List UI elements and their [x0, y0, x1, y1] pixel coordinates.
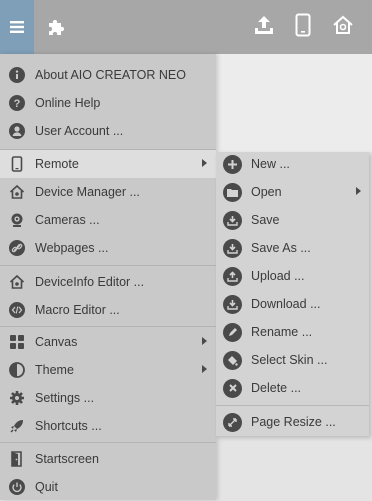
menu-item-remote[interactable]: Remote — [0, 150, 216, 178]
menu-item-user-account[interactable]: User Account ... — [0, 117, 216, 145]
menu-divider — [0, 265, 216, 266]
submenu-item-label: Save As ... — [251, 241, 311, 255]
remote-submenu: New ... Open Save Save As ... Upload ...… — [216, 152, 369, 436]
submenu-item-page-resize[interactable]: Page Resize ... — [216, 408, 369, 436]
power-icon — [9, 479, 25, 495]
submenu-item-label: Select Skin ... — [251, 353, 328, 367]
save-icon — [223, 210, 242, 230]
main-menu: About AIO CREATOR NEO ? Online Help User… — [0, 54, 216, 500]
puzzle-icon — [49, 19, 65, 35]
save-as-icon — [223, 238, 242, 258]
menu-item-quit[interactable]: Quit — [0, 473, 216, 501]
menu-divider — [0, 442, 216, 443]
download-icon — [223, 294, 242, 314]
grid-icon — [9, 334, 25, 350]
menu-icon — [10, 21, 24, 33]
home-remote-button[interactable] — [329, 11, 357, 39]
close-icon — [223, 378, 242, 398]
menu-item-label: Shortcuts ... — [35, 419, 102, 433]
menu-item-label: Canvas — [35, 335, 78, 349]
menu-item-label: User Account ... — [35, 124, 124, 138]
gear-icon — [9, 390, 25, 406]
link-icon — [9, 240, 25, 256]
submenu-item-label: Delete ... — [251, 381, 302, 395]
submenu-item-label: Rename ... — [251, 325, 313, 339]
menu-item-cameras[interactable]: Cameras ... — [0, 206, 216, 234]
menu-item-device-manager[interactable]: Device Manager ... — [0, 178, 216, 206]
door-icon — [9, 451, 25, 467]
submenu-item-select-skin[interactable]: Select Skin ... — [216, 346, 369, 374]
resize-icon — [223, 412, 242, 432]
menu-item-label: Webpages ... — [35, 241, 109, 255]
submenu-item-label: Save — [251, 213, 280, 227]
home-gear-icon — [9, 274, 25, 290]
submenu-item-upload[interactable]: Upload ... — [216, 262, 369, 290]
submenu-item-download[interactable]: Download ... — [216, 290, 369, 318]
contrast-icon — [9, 362, 25, 378]
camera-icon — [9, 212, 25, 228]
top-toolbar — [0, 0, 372, 54]
home-gear-icon — [9, 184, 25, 200]
submenu-arrow-icon — [356, 187, 361, 195]
menu-item-settings[interactable]: Settings ... — [0, 384, 216, 412]
menu-item-webpages[interactable]: Webpages ... — [0, 234, 216, 262]
submenu-arrow-icon — [202, 365, 207, 373]
canvas-area — [216, 54, 372, 152]
menu-item-label: Quit — [35, 480, 58, 494]
submenu-item-label: Download ... — [251, 297, 321, 311]
folder-icon — [223, 182, 242, 202]
svg-text:?: ? — [14, 98, 21, 110]
submenu-divider — [216, 405, 369, 406]
phone-button[interactable] — [289, 11, 317, 39]
menu-item-label: Online Help — [35, 96, 101, 110]
submenu-item-delete[interactable]: Delete ... — [216, 374, 369, 402]
menu-item-macro-editor[interactable]: Macro Editor ... — [0, 296, 216, 324]
submenu-arrow-icon — [202, 337, 207, 345]
menu-item-deviceinfo-editor[interactable]: DeviceInfo Editor ... — [0, 268, 216, 296]
submenu-item-label: Open — [251, 185, 282, 199]
paint-icon — [223, 350, 242, 370]
question-icon: ? — [9, 95, 25, 111]
menu-item-label: About AIO CREATOR NEO — [35, 68, 186, 82]
menu-item-online-help[interactable]: ? Online Help — [0, 89, 216, 117]
phone-icon — [9, 156, 25, 172]
menu-item-about[interactable]: About AIO CREATOR NEO — [0, 61, 216, 89]
plus-circle-icon — [223, 154, 242, 174]
pencil-icon — [223, 322, 242, 342]
submenu-item-save-as[interactable]: Save As ... — [216, 234, 369, 262]
submenu-item-new[interactable]: New ... — [216, 150, 369, 178]
upload-icon — [223, 266, 242, 286]
menu-item-label: Cameras ... — [35, 213, 100, 227]
code-icon — [9, 302, 25, 318]
menu-item-label: DeviceInfo Editor ... — [35, 275, 145, 289]
menu-item-theme[interactable]: Theme — [0, 356, 216, 384]
upload-tray-icon — [255, 16, 273, 34]
menu-item-shortcuts[interactable]: Shortcuts ... — [0, 412, 216, 440]
menu-item-label: Device Manager ... — [35, 185, 140, 199]
menu-item-startscreen[interactable]: Startscreen — [0, 445, 216, 473]
menu-item-label: Startscreen — [35, 452, 99, 466]
plugins-button[interactable] — [34, 0, 78, 54]
menu-item-label: Settings ... — [35, 391, 95, 405]
submenu-item-label: Page Resize ... — [251, 415, 336, 429]
submenu-item-label: New ... — [251, 157, 290, 171]
menu-item-label: Remote — [35, 157, 79, 171]
menu-item-label: Macro Editor ... — [35, 303, 120, 317]
info-icon — [9, 67, 25, 83]
submenu-item-label: Upload ... — [251, 269, 305, 283]
submenu-item-save[interactable]: Save — [216, 206, 369, 234]
upload-tray-button[interactable] — [250, 11, 278, 39]
submenu-arrow-icon — [202, 159, 207, 167]
menu-divider — [0, 326, 216, 327]
home-remote-icon — [333, 15, 353, 34]
menu-item-canvas[interactable]: Canvas — [0, 328, 216, 356]
submenu-item-open[interactable]: Open — [216, 178, 369, 206]
phone-outline-icon — [295, 13, 311, 37]
rocket-icon — [9, 418, 25, 434]
user-icon — [9, 123, 25, 139]
menu-item-label: Theme — [35, 363, 74, 377]
submenu-item-rename[interactable]: Rename ... — [216, 318, 369, 346]
menu-button[interactable] — [0, 0, 34, 54]
